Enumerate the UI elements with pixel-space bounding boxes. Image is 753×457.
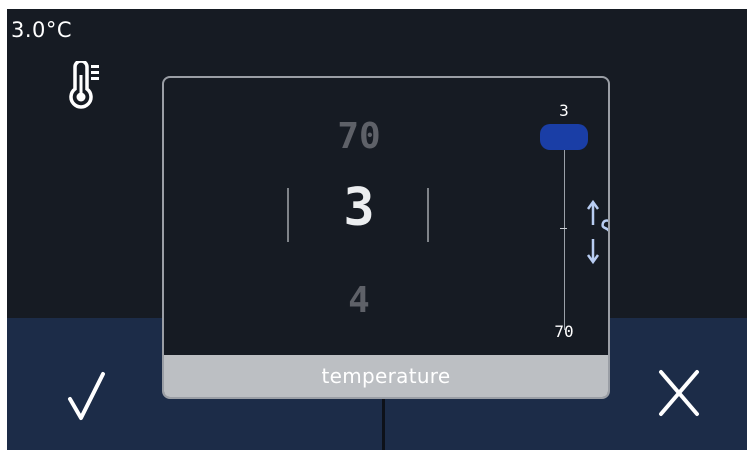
hand-swipe-up-down-icon: [579, 193, 608, 277]
wheel-right-bracket: [427, 188, 429, 242]
slider-max-label: 70: [554, 322, 574, 341]
dialog-title: temperature: [164, 355, 608, 397]
wheel-next-value[interactable]: 4: [274, 280, 444, 321]
temperature-readout: 3.0°C: [11, 18, 73, 42]
slider-track[interactable]: [564, 148, 565, 330]
wheel-previous-value[interactable]: 70: [274, 116, 444, 157]
confirm-button[interactable]: [47, 354, 127, 434]
slider-thumb[interactable]: [540, 124, 588, 150]
slider-mid-tick: [560, 228, 567, 229]
thermometer-icon: [67, 59, 107, 113]
close-icon: [659, 370, 699, 416]
controller-screen: 3.0°C 70 3 4 3 70 temperature: [7, 9, 747, 450]
wheel-current-value[interactable]: 3: [274, 178, 444, 238]
checkmark-icon: [68, 372, 105, 420]
slider-min-label: 3: [559, 101, 569, 120]
cancel-button[interactable]: [637, 354, 717, 434]
temperature-setpoint-dialog: 70 3 4 3 70 temperature: [162, 76, 610, 399]
